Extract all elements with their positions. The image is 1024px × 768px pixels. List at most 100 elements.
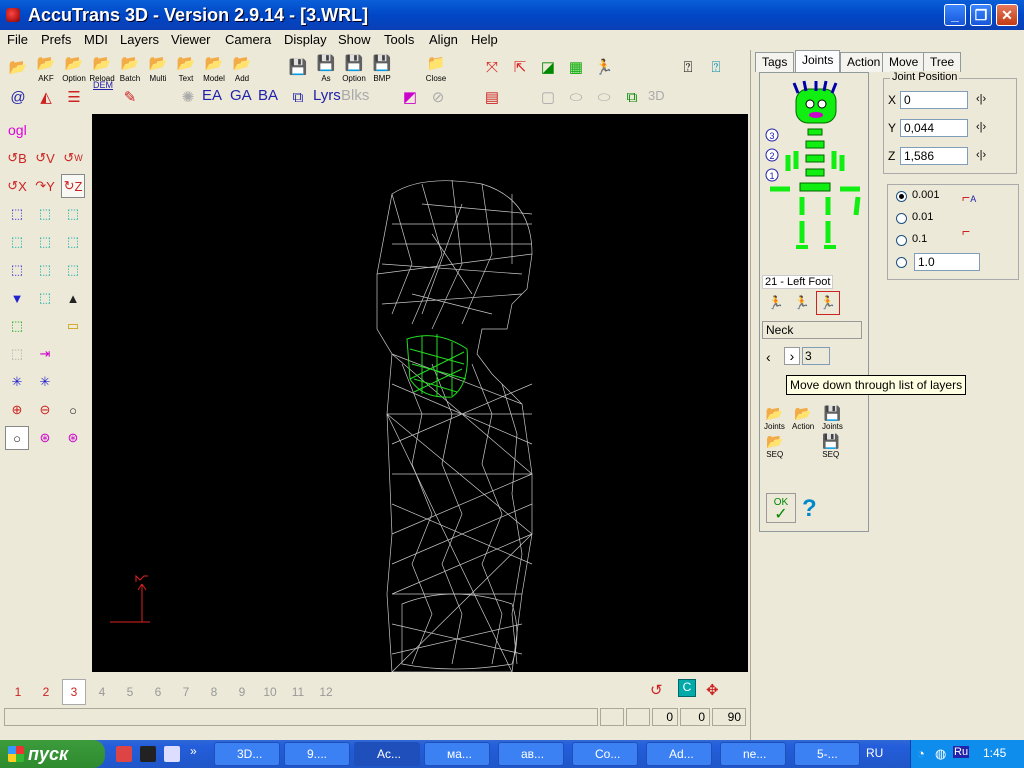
task-7[interactable]: Ad... (646, 742, 712, 766)
level-3-label[interactable]: 3 (769, 131, 774, 141)
tray-lang-icon[interactable]: Ru (953, 746, 970, 758)
move-tool-icon[interactable]: ⇥ (33, 342, 57, 366)
tray-network-icon[interactable]: ◍ (935, 746, 946, 762)
open-option-button[interactable]: 📂 Option (62, 52, 89, 83)
menu-align[interactable]: Align (429, 32, 458, 47)
layer-5[interactable]: 5 (122, 685, 138, 699)
scale-icon[interactable]: ⇱ (508, 56, 532, 78)
grid-icon[interactable]: ▤ (480, 86, 504, 108)
task-8[interactable]: ne... (720, 742, 786, 766)
joint-figure-pink-icon[interactable]: 🏃 (790, 291, 814, 315)
level-2-label[interactable]: 2 (769, 151, 774, 161)
zoom-window-icon[interactable]: ○ (5, 426, 29, 450)
view-cube4-icon[interactable]: ⬚ (33, 230, 57, 254)
help-button[interactable]: ? (802, 495, 817, 523)
rotate-y-button[interactable]: ↷ Y (33, 174, 57, 198)
batch-button[interactable]: 📂 Batch (118, 52, 145, 83)
layer-7[interactable]: 7 (178, 685, 194, 699)
clock[interactable]: 1:45 (983, 746, 1006, 760)
blks-button[interactable]: Blks (341, 87, 369, 104)
menu-display[interactable]: Display (284, 32, 327, 47)
load-joints-button[interactable]: 📂 Joints (764, 405, 785, 431)
task-6[interactable]: Co... (572, 742, 638, 766)
maximize-button[interactable]: ❐ (970, 4, 992, 26)
rotate-w-button[interactable]: ↺ W (61, 146, 85, 170)
quicklaunch-2-icon[interactable] (140, 746, 156, 762)
rotate-z-button[interactable]: ↻ Z (61, 174, 85, 198)
layer-12[interactable]: 12 (318, 685, 334, 699)
save-seq-button[interactable]: 💾 SEQ (822, 433, 839, 459)
lyrs-button[interactable]: Lyrs (313, 87, 341, 104)
rotate-v-button[interactable]: ↺ V (33, 146, 57, 170)
save-joints-button[interactable]: 💾 Joints (822, 405, 843, 431)
bone-icon[interactable]: ⌐ (962, 223, 970, 239)
step-0001-radio[interactable] (896, 191, 907, 202)
box-diagonal-icon[interactable]: ◪ (536, 56, 560, 78)
disabled-tool-icon[interactable]: ⬚ (5, 342, 29, 366)
close-button[interactable]: ✕ (996, 4, 1018, 26)
disabled-3-icon[interactable]: ⬭ (592, 86, 616, 108)
z-adjust-arrows[interactable]: ‹|› (976, 149, 986, 161)
close-model-button[interactable]: 📁 Close (424, 52, 451, 83)
layer-4[interactable]: 4 (94, 685, 110, 699)
y-field[interactable]: 0,044 (900, 119, 968, 137)
layer-9[interactable]: 9 (234, 685, 250, 699)
ogl-toggle[interactable]: ogl (8, 122, 27, 138)
layer-6[interactable]: 6 (150, 685, 166, 699)
open-folder-icon[interactable]: 📂 (6, 56, 30, 78)
context-help-icon[interactable]: ⍰ (676, 56, 700, 78)
zoom-in-icon[interactable]: ⊕ (5, 398, 29, 422)
skeleton-diagram[interactable]: 3 2 1 (760, 79, 868, 279)
menu-viewer[interactable]: Viewer (171, 32, 211, 47)
task-1[interactable]: 3D... (214, 742, 280, 766)
multi-button[interactable]: 📂 Multi (146, 52, 173, 83)
open-akf-button[interactable]: 📂 AKF (34, 52, 61, 83)
zoom-out-icon[interactable]: ⊖ (33, 398, 57, 422)
y-adjust-arrows[interactable]: ‹|› (976, 121, 986, 133)
camera-reset-icon[interactable]: C (678, 679, 696, 697)
layer-10[interactable]: 10 (262, 685, 278, 699)
menu-show[interactable]: Show (338, 32, 371, 47)
zoom-extent-icon[interactable]: ⊛ (33, 426, 57, 450)
at-sign-icon[interactable]: @ (6, 86, 30, 108)
x-field[interactable]: 0 (900, 91, 968, 109)
stripes-icon[interactable]: ☰ (62, 86, 86, 108)
ga-button[interactable]: GA (230, 87, 252, 104)
bone-a-icon[interactable]: ⌐A (962, 189, 976, 205)
context-help-blue-icon[interactable]: ⍰ (704, 56, 728, 78)
x-adjust-arrows[interactable]: ‹|› (976, 93, 986, 105)
menu-file[interactable]: File (7, 32, 28, 47)
quicklaunch-3-icon[interactable] (164, 746, 180, 762)
layer-2[interactable]: 2 (38, 685, 54, 699)
joint-figure-selected-icon[interactable]: 🏃 (816, 291, 840, 315)
zoom-all-icon[interactable]: ⊛ (61, 426, 85, 450)
task-3[interactable]: Ac... (354, 742, 420, 766)
view-front-icon[interactable]: ⬚ (5, 202, 29, 226)
zoom-icon[interactable]: ○ (61, 398, 85, 422)
dem-button[interactable]: DEM (90, 80, 116, 90)
tab-joints[interactable]: Joints (795, 50, 841, 72)
joint-figure-icon[interactable]: 🏃 (764, 291, 788, 315)
ea-button[interactable]: EA (202, 87, 222, 104)
step-01-radio[interactable] (896, 235, 907, 246)
color-grid-icon[interactable]: ▦ (564, 56, 588, 78)
view-top-icon[interactable]: ▼ (5, 286, 29, 310)
save-option-button[interactable]: 💾 Option (342, 52, 369, 83)
layer-11[interactable]: 11 (290, 685, 306, 699)
layers-green-icon[interactable]: ⧉ (620, 86, 644, 108)
figure-icon[interactable]: 🏃 (592, 56, 616, 78)
rotate-x-button[interactable]: ↺ X (5, 174, 29, 198)
select-tool-icon[interactable]: ⬚ (5, 314, 29, 338)
z-axis-icon[interactable]: ✳ (33, 370, 57, 394)
view-cube7-icon[interactable]: ⬚ (33, 258, 57, 282)
rotate-b-button[interactable]: ↺ B (5, 146, 29, 170)
layer-1[interactable]: 1 (10, 685, 26, 699)
view-cube6-icon[interactable]: ⬚ (5, 258, 29, 282)
menu-tools[interactable]: Tools (384, 32, 414, 47)
3d-viewport[interactable] (92, 114, 748, 672)
language-indicator[interactable]: RU (866, 746, 883, 760)
light-icon[interactable]: ✺ (176, 86, 200, 108)
layer-number-field[interactable]: 3 (802, 347, 830, 365)
app-icon[interactable] (6, 8, 20, 22)
save-bmp-button[interactable]: 💾 BMP (370, 52, 397, 83)
